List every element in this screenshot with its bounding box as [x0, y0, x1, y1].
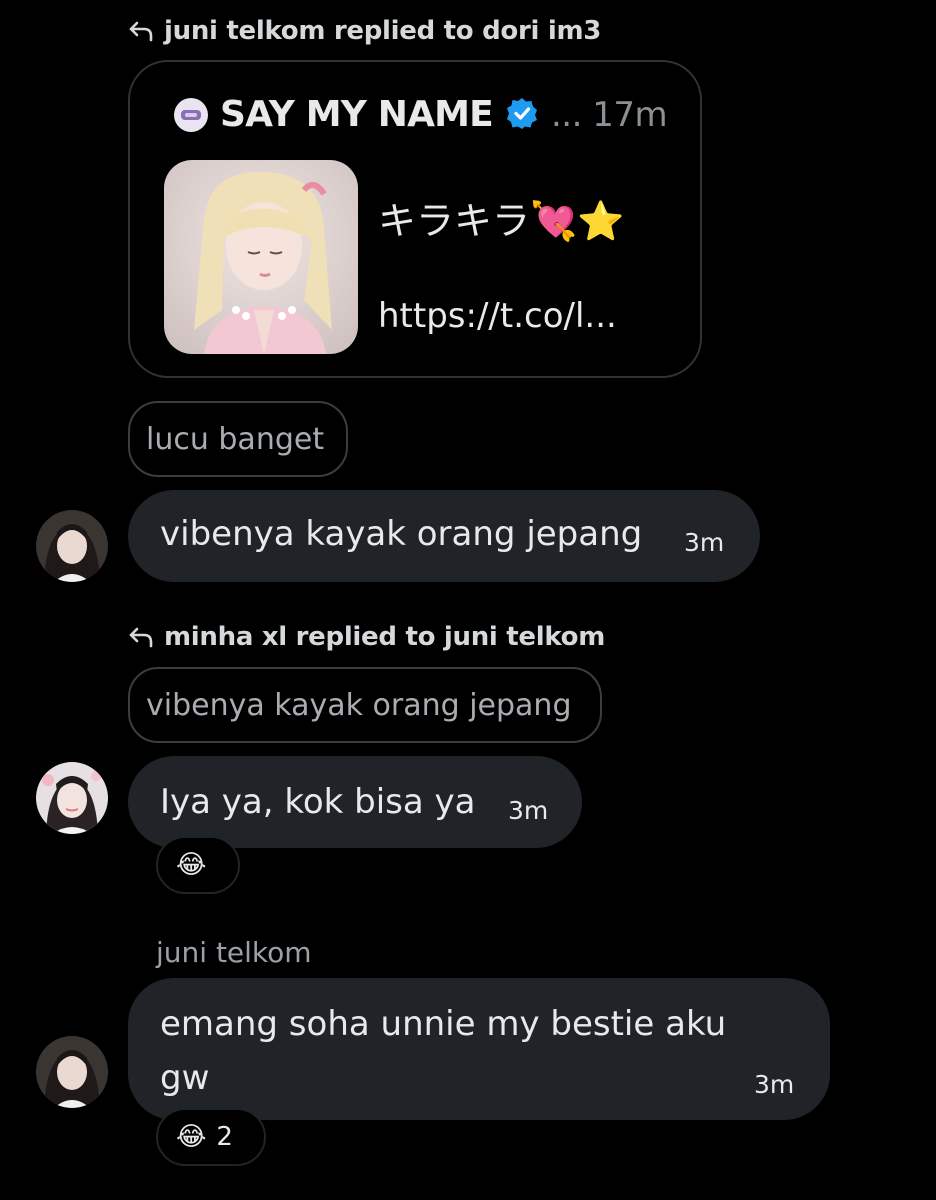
message-bubble[interactable]: emang soha unnie my bestie aku gw 3m: [128, 978, 830, 1120]
quoted-message-preview[interactable]: lucu banget: [128, 401, 348, 477]
reply-context-2: minha xl replied to juni telkom: [128, 622, 605, 652]
message-text-line-2: gw: [160, 1058, 210, 1098]
reply-context-text: minha xl replied to juni telkom: [164, 622, 606, 652]
avatar[interactable]: [36, 1036, 108, 1108]
reaction-pill[interactable]: 😂: [156, 836, 240, 894]
verified-badge-icon: [505, 96, 539, 134]
avatar[interactable]: [36, 510, 108, 582]
quoted-author-avatar: [174, 97, 208, 132]
message-time: 3m: [684, 528, 725, 557]
message-text: vibenya kayak orang jepang: [160, 514, 643, 554]
message-text: Iya ya, kok bisa ya: [160, 782, 476, 822]
quoted-post-card[interactable]: SAY MY NAME ... 17m キラキラ💘⭐ https://t.co/…: [128, 60, 702, 378]
message-time: 3m: [754, 1070, 795, 1099]
reaction-count: 2: [216, 1122, 233, 1152]
laughing-emoji-icon: 😂: [176, 850, 207, 880]
reply-context-1: juni telkom replied to dori im3: [128, 16, 601, 46]
quoted-post-time: ... 17m: [550, 94, 668, 135]
message-bubble[interactable]: Iya ya, kok bisa ya 3m: [128, 756, 582, 848]
message-time: 3m: [508, 796, 549, 825]
quoted-author-name: SAY MY NAME: [220, 94, 494, 135]
avatar[interactable]: [36, 762, 108, 834]
preview-text: vibenya kayak orang jepang: [146, 687, 572, 723]
message-bubble[interactable]: vibenya kayak orang jepang 3m: [128, 490, 760, 582]
reply-arrow-icon: [128, 626, 154, 648]
quoted-post-image[interactable]: [164, 160, 358, 354]
reaction-pill[interactable]: 😂 2: [156, 1108, 266, 1166]
preview-text: lucu banget: [146, 421, 325, 457]
quoted-post-text: キラキラ💘⭐: [378, 199, 625, 243]
laughing-emoji-icon: 😂: [176, 1122, 207, 1152]
quoted-post-link[interactable]: https://t.co/l...: [378, 296, 617, 336]
message-text-line-1: emang soha unnie my bestie aku: [160, 1004, 727, 1044]
reply-context-text: juni telkom replied to dori im3: [164, 16, 602, 46]
quoted-post-header: SAY MY NAME ... 17m: [174, 94, 668, 135]
sender-name: juni telkom: [156, 936, 312, 969]
reply-arrow-icon: [128, 20, 154, 42]
quoted-message-preview[interactable]: vibenya kayak orang jepang: [128, 667, 602, 743]
